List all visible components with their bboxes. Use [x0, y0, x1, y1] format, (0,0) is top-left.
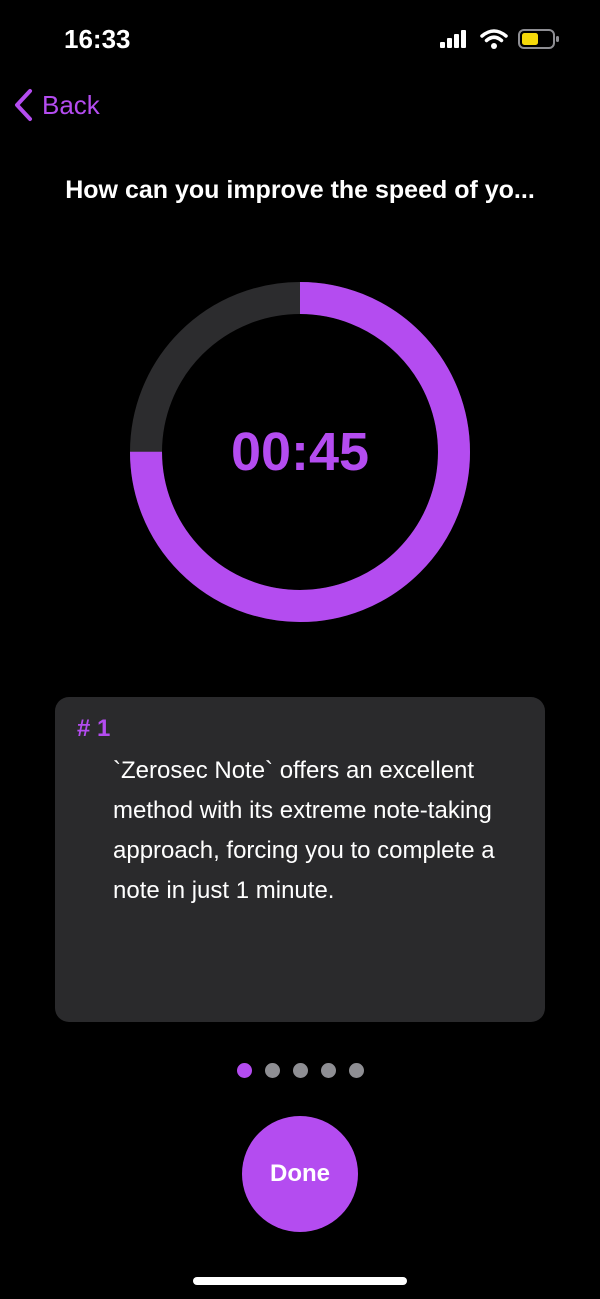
page-dot-1[interactable] [236, 1063, 252, 1078]
back-button[interactable]: Back [12, 86, 100, 124]
tip-text: `Zerosec Note` offers an excellent metho… [113, 757, 495, 904]
page-dot-4[interactable] [320, 1063, 336, 1078]
page-dot-3[interactable] [292, 1063, 308, 1078]
home-indicator [193, 1277, 407, 1285]
page-dot-2[interactable] [264, 1063, 280, 1078]
signal-icon [440, 30, 466, 48]
done-button[interactable]: Done [242, 1116, 358, 1232]
tip-card: # 1 `Zerosec Note` offers an excellent m… [55, 697, 545, 1022]
wifi-icon [480, 29, 508, 49]
chevron-left-icon [15, 89, 32, 121]
tip-number: # 1 [77, 715, 111, 742]
status-time: 16:33 [64, 24, 131, 54]
page-dot-5[interactable] [348, 1063, 364, 1078]
back-label: Back [42, 89, 100, 120]
page-indicator [0, 1063, 600, 1078]
status-icons [440, 28, 560, 50]
status-bar: 16:33 [0, 0, 600, 80]
battery-icon [518, 29, 559, 49]
page-title: How can you improve the speed of yo... [65, 176, 535, 204]
timer-display: 00:45 [230, 422, 370, 482]
